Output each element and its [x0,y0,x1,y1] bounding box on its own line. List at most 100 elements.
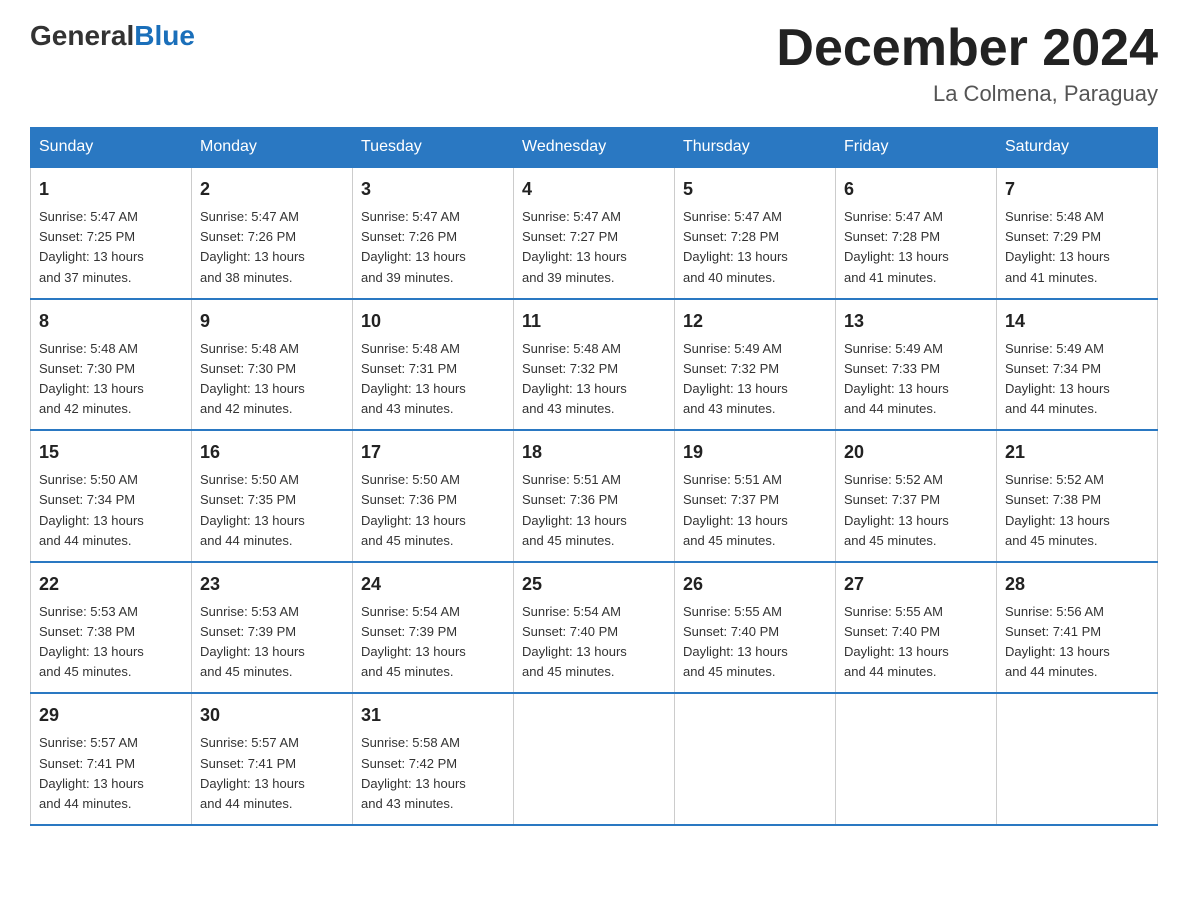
calendar-cell: 3 Sunrise: 5:47 AM Sunset: 7:26 PM Dayli… [353,167,514,299]
calendar-week-2: 8 Sunrise: 5:48 AM Sunset: 7:30 PM Dayli… [31,299,1158,431]
location-subtitle: La Colmena, Paraguay [776,81,1158,107]
calendar-cell: 1 Sunrise: 5:47 AM Sunset: 7:25 PM Dayli… [31,167,192,299]
calendar-cell: 13 Sunrise: 5:49 AM Sunset: 7:33 PM Dayl… [836,299,997,431]
header: General Blue December 2024 La Colmena, P… [30,20,1158,107]
calendar-header: SundayMondayTuesdayWednesdayThursdayFrid… [31,128,1158,168]
day-info: Sunrise: 5:48 AM Sunset: 7:31 PM Dayligh… [361,339,505,420]
day-number: 4 [522,176,666,203]
day-info: Sunrise: 5:49 AM Sunset: 7:32 PM Dayligh… [683,339,827,420]
calendar-cell: 19 Sunrise: 5:51 AM Sunset: 7:37 PM Dayl… [675,430,836,562]
day-info: Sunrise: 5:47 AM Sunset: 7:28 PM Dayligh… [683,207,827,288]
day-info: Sunrise: 5:58 AM Sunset: 7:42 PM Dayligh… [361,733,505,814]
header-day-monday: Monday [192,128,353,168]
day-number: 30 [200,702,344,729]
header-day-wednesday: Wednesday [514,128,675,168]
day-info: Sunrise: 5:47 AM Sunset: 7:26 PM Dayligh… [361,207,505,288]
logo-text-general: General [30,20,134,52]
calendar-cell: 29 Sunrise: 5:57 AM Sunset: 7:41 PM Dayl… [31,693,192,825]
header-day-sunday: Sunday [31,128,192,168]
day-info: Sunrise: 5:50 AM Sunset: 7:34 PM Dayligh… [39,470,183,551]
day-info: Sunrise: 5:47 AM Sunset: 7:26 PM Dayligh… [200,207,344,288]
day-info: Sunrise: 5:48 AM Sunset: 7:32 PM Dayligh… [522,339,666,420]
day-number: 31 [361,702,505,729]
day-number: 16 [200,439,344,466]
day-number: 10 [361,308,505,335]
day-number: 5 [683,176,827,203]
day-info: Sunrise: 5:55 AM Sunset: 7:40 PM Dayligh… [844,602,988,683]
day-info: Sunrise: 5:57 AM Sunset: 7:41 PM Dayligh… [39,733,183,814]
logo: General Blue [30,20,195,52]
day-info: Sunrise: 5:49 AM Sunset: 7:34 PM Dayligh… [1005,339,1149,420]
day-info: Sunrise: 5:49 AM Sunset: 7:33 PM Dayligh… [844,339,988,420]
calendar-cell: 14 Sunrise: 5:49 AM Sunset: 7:34 PM Dayl… [997,299,1158,431]
day-number: 3 [361,176,505,203]
calendar-week-3: 15 Sunrise: 5:50 AM Sunset: 7:34 PM Dayl… [31,430,1158,562]
calendar-cell [514,693,675,825]
calendar-cell: 23 Sunrise: 5:53 AM Sunset: 7:39 PM Dayl… [192,562,353,694]
calendar-cell: 2 Sunrise: 5:47 AM Sunset: 7:26 PM Dayli… [192,167,353,299]
day-info: Sunrise: 5:48 AM Sunset: 7:29 PM Dayligh… [1005,207,1149,288]
calendar-cell [997,693,1158,825]
day-number: 11 [522,308,666,335]
day-info: Sunrise: 5:51 AM Sunset: 7:36 PM Dayligh… [522,470,666,551]
calendar-cell: 7 Sunrise: 5:48 AM Sunset: 7:29 PM Dayli… [997,167,1158,299]
day-info: Sunrise: 5:47 AM Sunset: 7:27 PM Dayligh… [522,207,666,288]
calendar-body: 1 Sunrise: 5:47 AM Sunset: 7:25 PM Dayli… [31,167,1158,825]
day-number: 25 [522,571,666,598]
calendar-table: SundayMondayTuesdayWednesdayThursdayFrid… [30,127,1158,826]
day-number: 12 [683,308,827,335]
calendar-cell: 25 Sunrise: 5:54 AM Sunset: 7:40 PM Dayl… [514,562,675,694]
day-number: 26 [683,571,827,598]
day-number: 29 [39,702,183,729]
header-day-saturday: Saturday [997,128,1158,168]
calendar-cell: 9 Sunrise: 5:48 AM Sunset: 7:30 PM Dayli… [192,299,353,431]
calendar-cell: 5 Sunrise: 5:47 AM Sunset: 7:28 PM Dayli… [675,167,836,299]
month-year-title: December 2024 [776,20,1158,77]
header-day-thursday: Thursday [675,128,836,168]
day-info: Sunrise: 5:52 AM Sunset: 7:37 PM Dayligh… [844,470,988,551]
day-number: 15 [39,439,183,466]
calendar-cell [675,693,836,825]
day-info: Sunrise: 5:48 AM Sunset: 7:30 PM Dayligh… [39,339,183,420]
day-number: 13 [844,308,988,335]
day-number: 24 [361,571,505,598]
day-number: 14 [1005,308,1149,335]
calendar-cell: 26 Sunrise: 5:55 AM Sunset: 7:40 PM Dayl… [675,562,836,694]
header-day-tuesday: Tuesday [353,128,514,168]
calendar-week-5: 29 Sunrise: 5:57 AM Sunset: 7:41 PM Dayl… [31,693,1158,825]
day-number: 21 [1005,439,1149,466]
day-info: Sunrise: 5:55 AM Sunset: 7:40 PM Dayligh… [683,602,827,683]
logo-text-blue: Blue [134,20,195,51]
calendar-cell: 12 Sunrise: 5:49 AM Sunset: 7:32 PM Dayl… [675,299,836,431]
calendar-cell: 24 Sunrise: 5:54 AM Sunset: 7:39 PM Dayl… [353,562,514,694]
day-info: Sunrise: 5:47 AM Sunset: 7:25 PM Dayligh… [39,207,183,288]
calendar-week-4: 22 Sunrise: 5:53 AM Sunset: 7:38 PM Dayl… [31,562,1158,694]
calendar-cell: 27 Sunrise: 5:55 AM Sunset: 7:40 PM Dayl… [836,562,997,694]
day-info: Sunrise: 5:50 AM Sunset: 7:35 PM Dayligh… [200,470,344,551]
day-number: 20 [844,439,988,466]
calendar-cell: 4 Sunrise: 5:47 AM Sunset: 7:27 PM Dayli… [514,167,675,299]
header-row: SundayMondayTuesdayWednesdayThursdayFrid… [31,128,1158,168]
day-info: Sunrise: 5:50 AM Sunset: 7:36 PM Dayligh… [361,470,505,551]
day-number: 27 [844,571,988,598]
calendar-cell: 20 Sunrise: 5:52 AM Sunset: 7:37 PM Dayl… [836,430,997,562]
calendar-cell: 10 Sunrise: 5:48 AM Sunset: 7:31 PM Dayl… [353,299,514,431]
day-info: Sunrise: 5:54 AM Sunset: 7:40 PM Dayligh… [522,602,666,683]
day-number: 18 [522,439,666,466]
day-number: 17 [361,439,505,466]
calendar-cell: 16 Sunrise: 5:50 AM Sunset: 7:35 PM Dayl… [192,430,353,562]
day-info: Sunrise: 5:53 AM Sunset: 7:38 PM Dayligh… [39,602,183,683]
day-number: 28 [1005,571,1149,598]
day-info: Sunrise: 5:52 AM Sunset: 7:38 PM Dayligh… [1005,470,1149,551]
day-number: 23 [200,571,344,598]
calendar-cell: 8 Sunrise: 5:48 AM Sunset: 7:30 PM Dayli… [31,299,192,431]
calendar-cell: 17 Sunrise: 5:50 AM Sunset: 7:36 PM Dayl… [353,430,514,562]
calendar-week-1: 1 Sunrise: 5:47 AM Sunset: 7:25 PM Dayli… [31,167,1158,299]
day-info: Sunrise: 5:47 AM Sunset: 7:28 PM Dayligh… [844,207,988,288]
day-number: 9 [200,308,344,335]
calendar-cell: 31 Sunrise: 5:58 AM Sunset: 7:42 PM Dayl… [353,693,514,825]
day-number: 2 [200,176,344,203]
day-number: 22 [39,571,183,598]
header-day-friday: Friday [836,128,997,168]
day-number: 19 [683,439,827,466]
